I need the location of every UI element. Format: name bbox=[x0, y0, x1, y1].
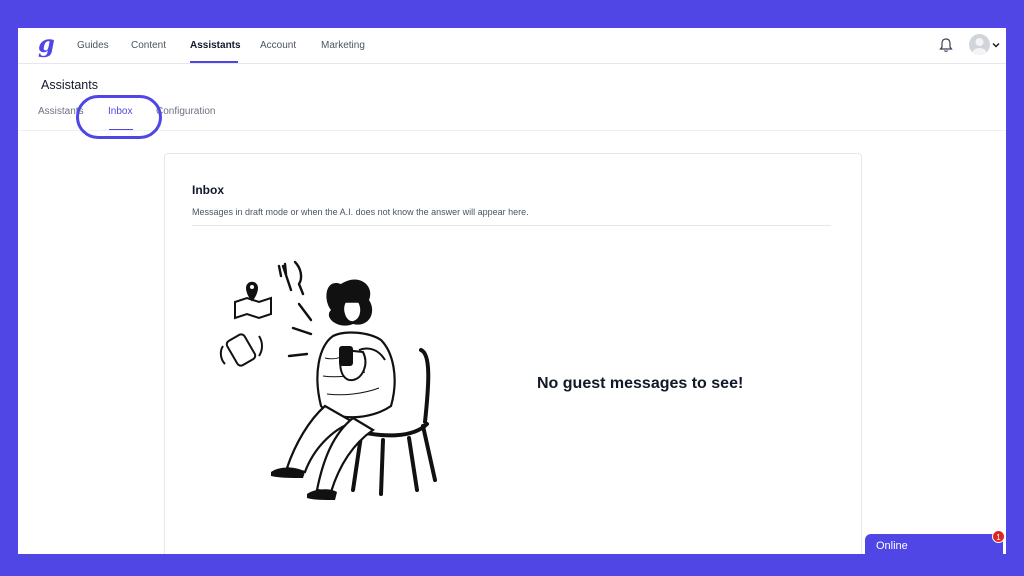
card-divider bbox=[192, 225, 831, 226]
highlight-annotation bbox=[76, 95, 162, 139]
tab-configuration[interactable]: Configuration bbox=[156, 106, 215, 117]
nav-item-assistants[interactable]: Assistants bbox=[190, 40, 241, 51]
card-title: Inbox bbox=[192, 183, 224, 197]
app-window: g Guides Content Assistants Account Mark… bbox=[18, 28, 1006, 554]
empty-state-illustration bbox=[219, 260, 437, 500]
card-description: Messages in draft mode or when the A.I. … bbox=[192, 207, 529, 217]
chevron-down-icon[interactable] bbox=[991, 40, 1001, 50]
online-label: Online bbox=[876, 540, 908, 552]
empty-state-message: No guest messages to see! bbox=[537, 375, 744, 392]
nav-item-marketing[interactable]: Marketing bbox=[321, 40, 365, 51]
nav-item-content[interactable]: Content bbox=[131, 40, 166, 51]
header-divider bbox=[18, 130, 1006, 131]
online-chat-widget[interactable]: Online bbox=[865, 534, 1003, 558]
bell-icon[interactable] bbox=[937, 36, 955, 54]
nav-item-guides[interactable]: Guides bbox=[77, 40, 109, 51]
logo-icon[interactable]: g bbox=[38, 32, 62, 58]
page-title: Assistants bbox=[41, 78, 98, 92]
top-navigation: g Guides Content Assistants Account Mark… bbox=[18, 28, 1006, 64]
notification-badge: 1 bbox=[992, 530, 1005, 543]
nav-active-indicator bbox=[190, 61, 238, 63]
avatar[interactable] bbox=[969, 34, 990, 55]
nav-item-account[interactable]: Account bbox=[260, 40, 296, 51]
inbox-card: Inbox Messages in draft mode or when the… bbox=[164, 153, 862, 554]
